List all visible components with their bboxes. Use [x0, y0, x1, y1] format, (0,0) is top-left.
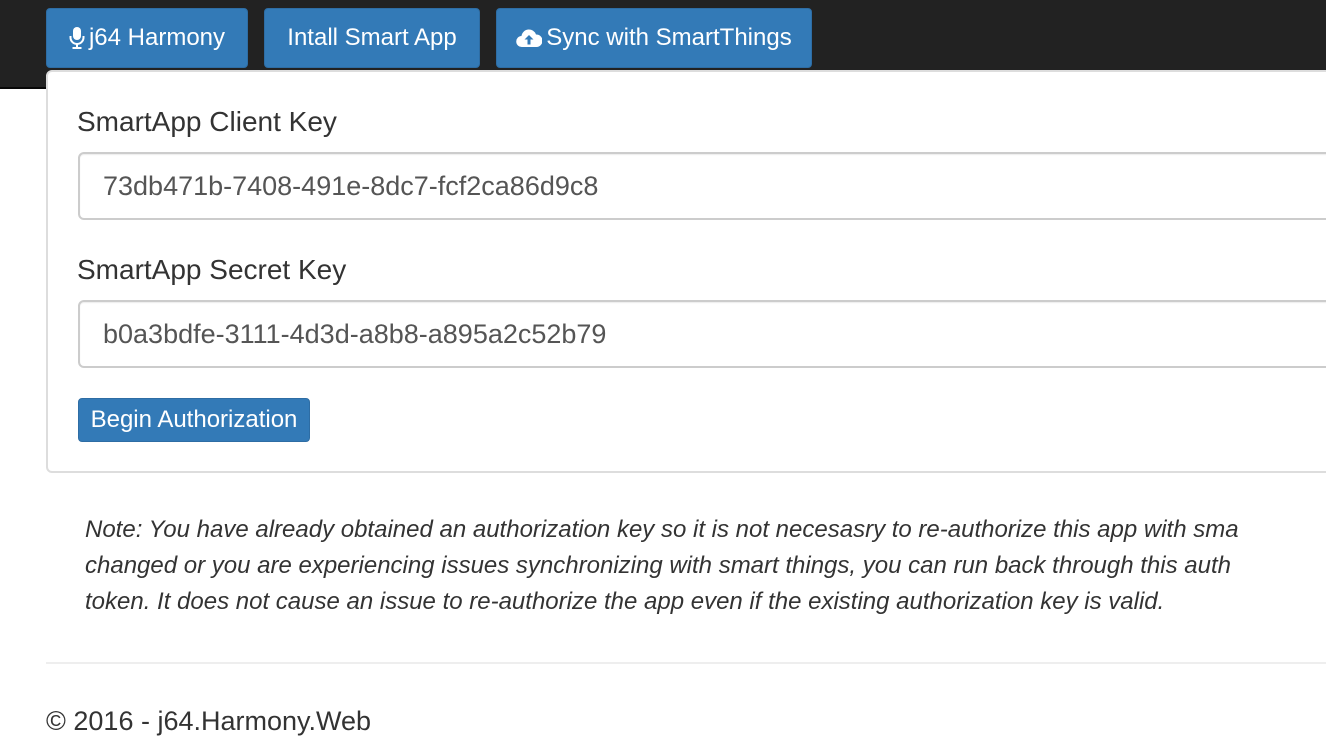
sync-smartthings-label: Sync with SmartThings — [546, 24, 792, 51]
client-key-label: SmartApp Client Key — [77, 106, 337, 137]
secret-key-input[interactable] — [78, 300, 1326, 368]
begin-authorization-button[interactable]: Begin Authorization — [78, 398, 310, 442]
harmony-button-label: j64 Harmony — [88, 24, 226, 51]
note-line: Note: You have already obtained an autho… — [85, 516, 1239, 543]
authorization-note: Note: You have already obtained an autho… — [85, 512, 1326, 620]
note-line: changed or you are experiencing issues s… — [85, 552, 1231, 579]
note-line: token. It does not cause an issue to re-… — [85, 588, 1165, 615]
client-key-input[interactable] — [78, 152, 1326, 220]
footer-divider — [46, 662, 1326, 664]
footer-copyright: © 2016 - j64.Harmony.Web — [46, 706, 372, 736]
microphone-icon — [69, 27, 85, 49]
install-smart-app-label: Intall Smart App — [287, 24, 457, 51]
secret-key-label: SmartApp Secret Key — [77, 254, 347, 285]
harmony-button[interactable]: j64 Harmony — [46, 8, 248, 68]
install-smart-app-button[interactable]: Intall Smart App — [264, 8, 480, 68]
sync-smartthings-button[interactable]: Sync with SmartThings — [496, 8, 812, 68]
cloud-upload-icon — [516, 29, 543, 48]
